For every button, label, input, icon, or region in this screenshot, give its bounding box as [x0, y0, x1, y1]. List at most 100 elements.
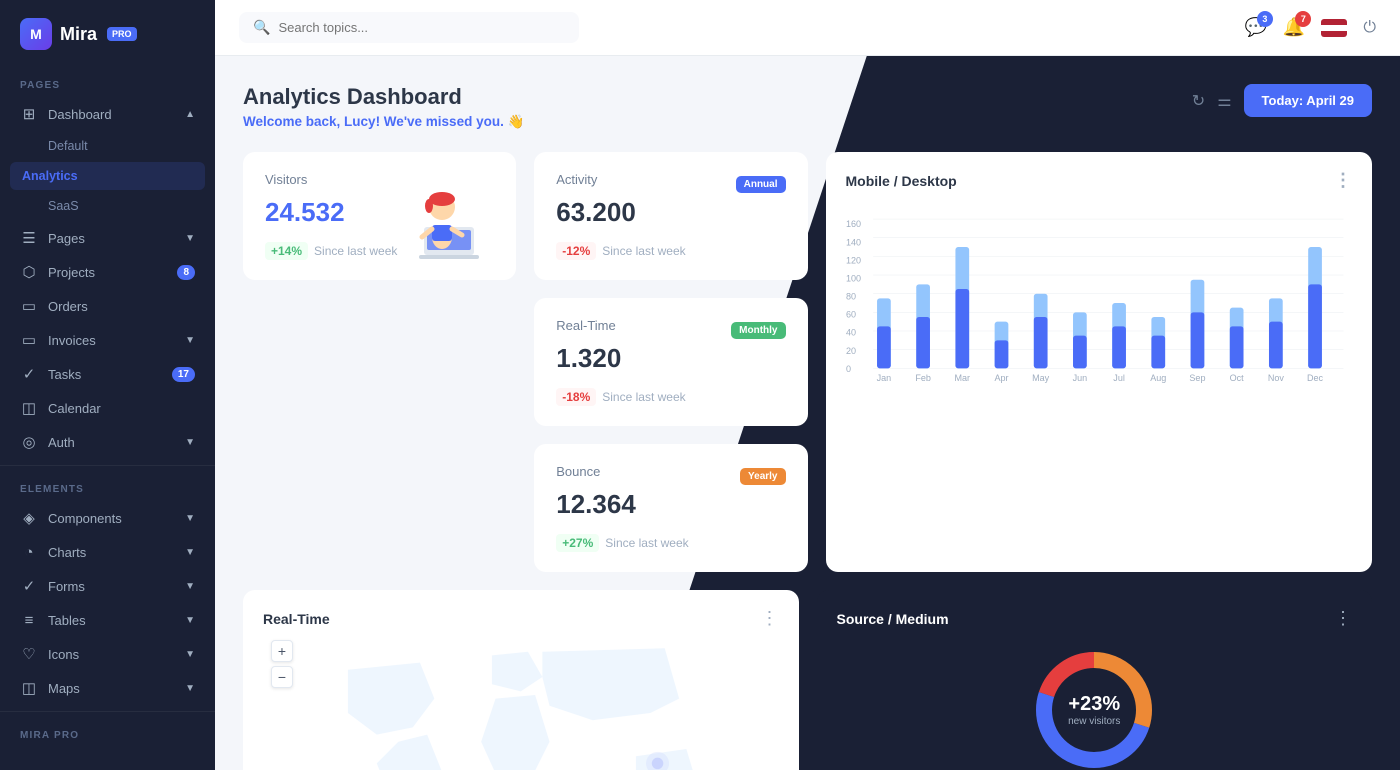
visitors-activity-col: Visitors 24.532 +14% Since last week	[243, 152, 516, 572]
sidebar-item-maps[interactable]: ◫ Maps ▼	[0, 671, 215, 705]
donut-percentage: +23%	[1068, 693, 1120, 716]
filter-icon[interactable]: ⚌	[1217, 91, 1231, 111]
bounce-top-row: Bounce Yearly	[556, 464, 785, 489]
sidebar-item-invoices[interactable]: ▭ Invoices ▼	[0, 323, 215, 357]
charts-icon: ◔	[20, 543, 38, 561]
today-button[interactable]: Today: April 29	[1244, 84, 1372, 117]
realtime-top-row: Real-Time Monthly	[556, 318, 785, 343]
chart-dots-icon[interactable]: ⋮	[1334, 170, 1352, 191]
power-icon[interactable]: ⏻	[1363, 19, 1376, 37]
bounce-card: Bounce Yearly 12.364 +27% Since last wee…	[534, 444, 807, 572]
donut-center: +23% new visitors	[1068, 693, 1120, 727]
zoom-in-button[interactable]: +	[271, 640, 293, 662]
svg-text:Sep: Sep	[1189, 373, 1205, 383]
calendar-icon: ◫	[20, 399, 38, 417]
svg-text:120: 120	[846, 255, 861, 265]
svg-text:Nov: Nov	[1267, 373, 1284, 383]
bounce-footer: +27% Since last week	[556, 534, 785, 552]
alerts-button[interactable]: 🔔 7	[1283, 17, 1305, 38]
source-card: Source / Medium ⋮	[817, 590, 1373, 770]
search-icon: 🔍	[253, 19, 270, 36]
header-actions: 💬 3 🔔 7 ⏻	[1245, 17, 1377, 38]
realtime-period: Since last week	[602, 390, 685, 404]
svg-text:Aug: Aug	[1150, 373, 1166, 383]
sidebar-item-orders[interactable]: ▭ Orders	[0, 289, 215, 323]
logo-text: Mira	[60, 24, 97, 45]
section-label-mira-pro: MIRA PRO	[0, 718, 215, 747]
tasks-badge: 17	[172, 367, 195, 382]
content-area: Analytics Dashboard Welcome back, Lucy! …	[215, 56, 1400, 770]
tasks-icon: ✓	[20, 365, 38, 383]
sidebar-item-label: Components	[48, 511, 122, 526]
realtime-change: -18%	[556, 388, 596, 406]
sidebar-item-label: Icons	[48, 647, 79, 662]
dashboard-icon: ⊞	[20, 105, 38, 123]
visitors-period: Since last week	[314, 244, 397, 258]
sidebar-item-components[interactable]: ◈ Components ▼	[0, 501, 215, 535]
maps-icon: ◫	[20, 679, 38, 697]
sidebar-item-dashboard[interactable]: ⊞ Dashboard ▲	[0, 97, 215, 131]
svg-text:140: 140	[846, 237, 861, 247]
mobile-desktop-chart-card: Mobile / Desktop ⋮ 160 140 120 100 80 60	[826, 152, 1373, 572]
notifications-button[interactable]: 💬 3	[1245, 17, 1267, 38]
sidebar-item-forms[interactable]: ✓ Forms ▼	[0, 569, 215, 603]
search-input[interactable]	[278, 20, 565, 35]
sidebar-sub-saas[interactable]: SaaS	[0, 191, 215, 221]
sidebar-item-pages[interactable]: ☰ Pages ▼	[0, 221, 215, 255]
svg-text:Apr: Apr	[994, 373, 1008, 383]
svg-text:0: 0	[846, 364, 851, 374]
visitors-card: Visitors 24.532 +14% Since last week	[243, 152, 516, 280]
sidebar-item-calendar[interactable]: ◫ Calendar	[0, 391, 215, 425]
svg-text:Dec: Dec	[1307, 373, 1324, 383]
sidebar-item-auth[interactable]: ◎ Auth ▼	[0, 425, 215, 459]
realtime-footer: -18% Since last week	[556, 388, 785, 406]
chevron-icon: ▼	[185, 513, 195, 524]
section-label-elements: ELEMENTS	[0, 472, 215, 501]
svg-text:Jul: Jul	[1113, 373, 1125, 383]
sidebar-item-icons[interactable]: ♡ Icons ▼	[0, 637, 215, 671]
sidebar-item-tasks[interactable]: ✓ Tasks 17	[0, 357, 215, 391]
bounce-change: +27%	[556, 534, 599, 552]
activity-label: Activity	[556, 172, 597, 187]
activity-change: -12%	[556, 242, 596, 260]
sidebar-item-tables[interactable]: ≡ Tables ▼	[0, 603, 215, 637]
map-dots-icon[interactable]: ⋮	[761, 608, 779, 629]
language-flag[interactable]	[1321, 19, 1347, 37]
sidebar-item-label: Pages	[48, 231, 85, 246]
chevron-icon: ▼	[185, 615, 195, 626]
source-dots-icon[interactable]: ⋮	[1334, 608, 1352, 629]
sidebar-item-projects[interactable]: ⬡ Projects 8	[0, 255, 215, 289]
bounce-period: Since last week	[605, 536, 688, 550]
chart-title-row: Mobile / Desktop ⋮	[846, 170, 1353, 191]
svg-text:160: 160	[846, 219, 861, 229]
activity-value: 63.200	[556, 197, 785, 228]
donut-section: +23% new visitors	[837, 645, 1353, 770]
sidebar-item-charts[interactable]: ◔ Charts ▼	[0, 535, 215, 569]
svg-text:40: 40	[846, 328, 856, 338]
activity-card: Activity Annual 63.200 -12% Since last w…	[534, 152, 807, 280]
activity-top-row: Activity Annual	[556, 172, 785, 197]
sidebar-sub-default[interactable]: Default	[0, 131, 215, 161]
refresh-icon[interactable]: ↻	[1192, 91, 1205, 111]
header: 🔍 💬 3 🔔 7 ⏻	[215, 0, 1400, 56]
sidebar-sub-analytics[interactable]: Analytics	[10, 162, 205, 190]
zoom-out-button[interactable]: −	[271, 666, 293, 688]
sidebar-item-label: Orders	[48, 299, 88, 314]
sidebar-sub-label: Analytics	[22, 169, 78, 183]
page-header: Analytics Dashboard Welcome back, Lucy! …	[243, 84, 1372, 130]
forms-icon: ✓	[20, 577, 38, 595]
page-title: Analytics Dashboard	[243, 84, 524, 110]
sidebar-item-label: Tables	[48, 613, 86, 628]
search-bar[interactable]: 🔍	[239, 12, 579, 43]
sidebar-item-label: Charts	[48, 545, 86, 560]
activity-footer: -12% Since last week	[556, 242, 785, 260]
source-header: Source / Medium ⋮	[837, 608, 1353, 629]
subtitle-name: Lucy	[344, 114, 376, 129]
subtitle-prefix: Welcome back,	[243, 114, 344, 129]
svg-text:100: 100	[846, 273, 861, 283]
chevron-icon: ▼	[185, 437, 195, 448]
pro-badge: PRO	[107, 27, 137, 41]
sidebar-item-label: Calendar	[48, 401, 101, 416]
projects-badge: 8	[177, 265, 195, 280]
svg-text:20: 20	[846, 346, 856, 356]
